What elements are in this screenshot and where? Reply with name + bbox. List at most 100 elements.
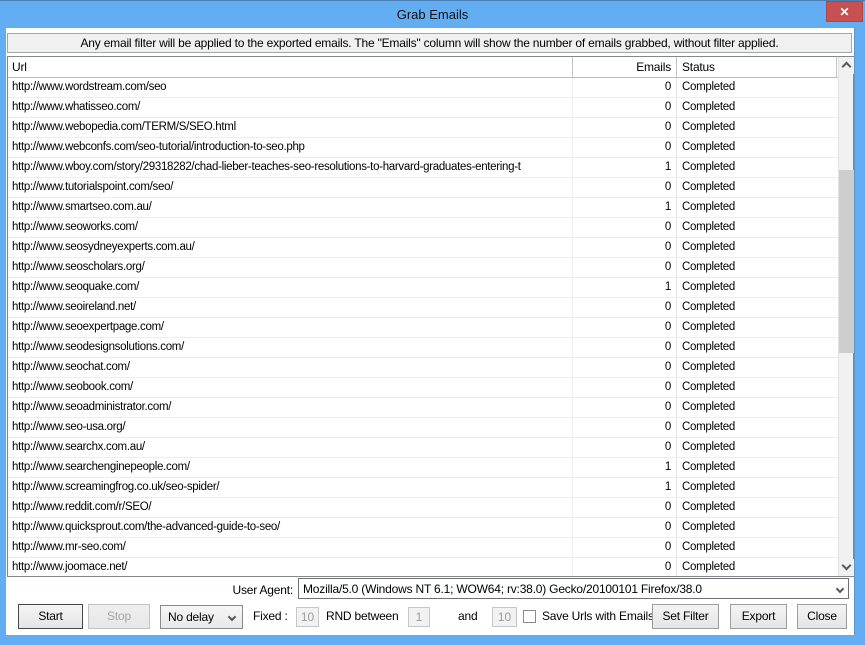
- chevron-down-icon[interactable]: [836, 585, 844, 593]
- save-urls-checkbox-label[interactable]: Save Urls with Emails: [542, 604, 654, 629]
- status-cell: Completed: [677, 418, 837, 437]
- url-cell: http://www.seobook.com/: [8, 378, 573, 397]
- url-cell: http://www.screamingfrog.co.uk/seo-spide…: [8, 478, 573, 497]
- table-row[interactable]: http://www.quicksprout.com/the-advanced-…: [8, 518, 838, 538]
- table-row[interactable]: http://www.seo-usa.org/0Completed: [8, 418, 838, 438]
- emails-count-cell: 0: [573, 558, 677, 576]
- table-row[interactable]: http://www.whatisseo.com/0Completed: [8, 98, 838, 118]
- status-cell: Completed: [677, 398, 837, 417]
- status-cell: Completed: [677, 158, 837, 177]
- table-row[interactable]: http://www.mr-seo.com/0Completed: [8, 538, 838, 558]
- table-row[interactable]: http://www.wordstream.com/seo0Completed: [8, 78, 838, 98]
- scroll-down-button[interactable]: [839, 559, 854, 576]
- url-cell: http://www.seoexpertpage.com/: [8, 318, 573, 337]
- close-window-button[interactable]: ✕: [826, 1, 863, 22]
- url-cell: http://www.seosydneyexperts.com.au/: [8, 238, 573, 257]
- set-filter-button[interactable]: Set Filter: [652, 604, 719, 629]
- url-cell: http://www.seoscholars.org/: [8, 258, 573, 277]
- save-urls-checkbox[interactable]: [523, 610, 536, 623]
- table-row[interactable]: http://www.seoexpertpage.com/0Completed: [8, 318, 838, 338]
- scroll-up-button[interactable]: [839, 57, 854, 74]
- rnd-from-field[interactable]: [408, 607, 430, 627]
- user-agent-input[interactable]: [299, 579, 829, 598]
- table-row[interactable]: http://www.seoworks.com/0Completed: [8, 218, 838, 238]
- status-cell: Completed: [677, 478, 837, 497]
- status-cell: Completed: [677, 318, 837, 337]
- table-row[interactable]: http://www.seobook.com/0Completed: [8, 378, 838, 398]
- status-cell: Completed: [677, 498, 837, 517]
- status-cell: Completed: [677, 278, 837, 297]
- url-cell: http://www.smartseo.com.au/: [8, 198, 573, 217]
- emails-count-cell: 1: [573, 158, 677, 177]
- emails-count-cell: 0: [573, 178, 677, 197]
- table-row[interactable]: http://www.seochat.com/0Completed: [8, 358, 838, 378]
- close-icon: ✕: [839, 5, 849, 19]
- table-row[interactable]: http://www.reddit.com/r/SEO/0Completed: [8, 498, 838, 518]
- title-bar[interactable]: Grab Emails ✕: [0, 1, 865, 28]
- emails-count-cell: 1: [573, 478, 677, 497]
- close-button[interactable]: Close: [797, 604, 847, 629]
- export-button[interactable]: Export: [730, 604, 787, 629]
- url-cell: http://www.quicksprout.com/the-advanced-…: [8, 518, 573, 537]
- emails-count-cell: 0: [573, 298, 677, 317]
- table-row[interactable]: http://www.searchx.com.au/0Completed: [8, 438, 838, 458]
- status-cell: Completed: [677, 238, 837, 257]
- table-row[interactable]: http://www.seoireland.net/0Completed: [8, 298, 838, 318]
- window-right-border: [854, 28, 865, 645]
- status-cell: Completed: [677, 378, 837, 397]
- delay-mode-select[interactable]: No delay: [160, 605, 243, 629]
- emails-count-cell: 0: [573, 338, 677, 357]
- url-cell: http://www.seoworks.com/: [8, 218, 573, 237]
- table-row[interactable]: http://www.seoadministrator.com/0Complet…: [8, 398, 838, 418]
- emails-count-cell: 0: [573, 118, 677, 137]
- table-row[interactable]: http://www.seoquake.com/1Completed: [8, 278, 838, 298]
- status-cell: Completed: [677, 338, 837, 357]
- table-row[interactable]: http://www.webconfs.com/seo-tutorial/int…: [8, 138, 838, 158]
- status-cell: Completed: [677, 138, 837, 157]
- user-agent-combobox[interactable]: [298, 578, 849, 599]
- rnd-to-field[interactable]: [492, 607, 517, 627]
- table-row[interactable]: http://www.seoscholars.org/0Completed: [8, 258, 838, 278]
- window-title: Grab Emails: [0, 7, 865, 22]
- status-cell: Completed: [677, 78, 837, 97]
- table-row[interactable]: http://www.joomace.net/0Completed: [8, 558, 838, 576]
- table-body: http://www.wordstream.com/seo0Completedh…: [8, 78, 838, 576]
- url-cell: http://www.joomace.net/: [8, 558, 573, 576]
- url-cell: http://www.webopedia.com/TERM/S/SEO.html: [8, 118, 573, 137]
- delay-mode-value: No delay: [168, 610, 214, 624]
- table-header: Url Emails Status: [8, 57, 838, 78]
- status-cell: Completed: [677, 358, 837, 377]
- emails-count-cell: 0: [573, 538, 677, 557]
- status-cell: Completed: [677, 538, 837, 557]
- start-button[interactable]: Start: [18, 604, 83, 629]
- url-cell: http://www.searchx.com.au/: [8, 438, 573, 457]
- fixed-delay-label: Fixed :: [253, 604, 288, 629]
- table-row[interactable]: http://www.screamingfrog.co.uk/seo-spide…: [8, 478, 838, 498]
- table-row[interactable]: http://www.tutorialspoint.com/seo/0Compl…: [8, 178, 838, 198]
- table-row[interactable]: http://www.searchenginepeople.com/1Compl…: [8, 458, 838, 478]
- emails-count-cell: 0: [573, 498, 677, 517]
- url-cell: http://www.reddit.com/r/SEO/: [8, 498, 573, 517]
- status-cell: Completed: [677, 118, 837, 137]
- column-header-emails[interactable]: Emails: [573, 57, 677, 77]
- status-cell: Completed: [677, 218, 837, 237]
- emails-count-cell: 1: [573, 278, 677, 297]
- emails-count-cell: 0: [573, 138, 677, 157]
- chevron-down-icon: [842, 561, 852, 571]
- table-row[interactable]: http://www.webopedia.com/TERM/S/SEO.html…: [8, 118, 838, 138]
- stop-button[interactable]: Stop: [88, 604, 150, 629]
- table-row[interactable]: http://www.smartseo.com.au/1Completed: [8, 198, 838, 218]
- table-row[interactable]: http://www.seodesignsolutions.com/0Compl…: [8, 338, 838, 358]
- rnd-between-label: RND between: [326, 604, 399, 629]
- status-cell: Completed: [677, 178, 837, 197]
- fixed-delay-field[interactable]: [296, 607, 319, 627]
- status-cell: Completed: [677, 558, 837, 576]
- scrollbar-thumb[interactable]: [839, 170, 854, 353]
- column-header-status[interactable]: Status: [677, 57, 837, 77]
- emails-count-cell: 0: [573, 418, 677, 437]
- vertical-scrollbar[interactable]: [838, 57, 853, 576]
- column-header-url[interactable]: Url: [8, 57, 573, 77]
- emails-count-cell: 0: [573, 378, 677, 397]
- table-row[interactable]: http://www.wboy.com/story/29318282/chad-…: [8, 158, 838, 178]
- table-row[interactable]: http://www.seosydneyexperts.com.au/0Comp…: [8, 238, 838, 258]
